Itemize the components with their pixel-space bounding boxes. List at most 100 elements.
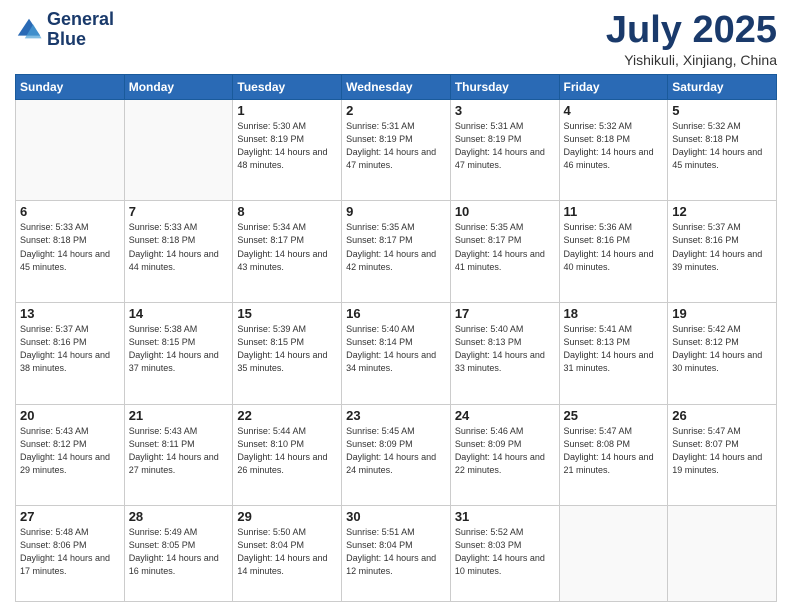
day-number: 20 [20, 408, 120, 423]
calendar-cell [16, 99, 125, 201]
cell-info: Sunrise: 5:39 AM Sunset: 8:15 PM Dayligh… [237, 323, 337, 375]
day-number: 8 [237, 204, 337, 219]
weekday-header-row: SundayMondayTuesdayWednesdayThursdayFrid… [16, 74, 777, 99]
day-number: 24 [455, 408, 555, 423]
calendar-cell: 12 Sunrise: 5:37 AM Sunset: 8:16 PM Dayli… [668, 201, 777, 303]
calendar-cell: 1 Sunrise: 5:30 AM Sunset: 8:19 PM Daylig… [233, 99, 342, 201]
cell-info: Sunrise: 5:45 AM Sunset: 8:09 PM Dayligh… [346, 425, 446, 477]
day-number: 15 [237, 306, 337, 321]
logo: General Blue [15, 10, 114, 50]
cell-info: Sunrise: 5:43 AM Sunset: 8:11 PM Dayligh… [129, 425, 229, 477]
day-number: 10 [455, 204, 555, 219]
cell-info: Sunrise: 5:32 AM Sunset: 8:18 PM Dayligh… [672, 120, 772, 172]
calendar-cell: 30Sunrise: 5:51 AM Sunset: 8:04 PM Dayli… [342, 506, 451, 602]
week-row-3: 13Sunrise: 5:37 AM Sunset: 8:16 PM Dayli… [16, 303, 777, 405]
cell-info: Sunrise: 5:32 AM Sunset: 8:18 PM Dayligh… [564, 120, 664, 172]
calendar-cell: 9 Sunrise: 5:35 AM Sunset: 8:17 PM Daylig… [342, 201, 451, 303]
cell-info: Sunrise: 5:43 AM Sunset: 8:12 PM Dayligh… [20, 425, 120, 477]
calendar-cell: 16 Sunrise: 5:40 AM Sunset: 8:14 PM Dayli… [342, 303, 451, 405]
day-number: 7 [129, 204, 229, 219]
cell-info: Sunrise: 5:37 AM Sunset: 8:16 PM Dayligh… [20, 323, 120, 375]
calendar-cell [559, 506, 668, 602]
cell-info: Sunrise: 5:40 AM Sunset: 8:14 PM Dayligh… [346, 323, 446, 375]
day-number: 21 [129, 408, 229, 423]
day-number: 28 [129, 509, 229, 524]
cell-info: Sunrise: 5:48 AM Sunset: 8:06 PM Dayligh… [20, 526, 120, 578]
calendar-cell [668, 506, 777, 602]
weekday-sunday: Sunday [16, 74, 125, 99]
month-title: July 2025 [606, 10, 777, 52]
calendar-cell: 14Sunrise: 5:38 AM Sunset: 8:15 PM Dayli… [124, 303, 233, 405]
week-row-1: 1 Sunrise: 5:30 AM Sunset: 8:19 PM Daylig… [16, 99, 777, 201]
cell-info: Sunrise: 5:41 AM Sunset: 8:13 PM Dayligh… [564, 323, 664, 375]
day-number: 5 [672, 103, 772, 118]
week-row-4: 20 Sunrise: 5:43 AM Sunset: 8:12 PM Dayli… [16, 404, 777, 506]
calendar-cell: 6 Sunrise: 5:33 AM Sunset: 8:18 PM Daylig… [16, 201, 125, 303]
calendar-cell: 20 Sunrise: 5:43 AM Sunset: 8:12 PM Dayli… [16, 404, 125, 506]
day-number: 17 [455, 306, 555, 321]
calendar-cell: 8 Sunrise: 5:34 AM Sunset: 8:17 PM Daylig… [233, 201, 342, 303]
cell-info: Sunrise: 5:50 AM Sunset: 8:04 PM Dayligh… [237, 526, 337, 578]
cell-info: Sunrise: 5:34 AM Sunset: 8:17 PM Dayligh… [237, 221, 337, 273]
calendar-cell: 11 Sunrise: 5:36 AM Sunset: 8:16 PM Dayli… [559, 201, 668, 303]
cell-info: Sunrise: 5:35 AM Sunset: 8:17 PM Dayligh… [346, 221, 446, 273]
calendar-cell: 26Sunrise: 5:47 AM Sunset: 8:07 PM Dayli… [668, 404, 777, 506]
cell-info: Sunrise: 5:36 AM Sunset: 8:16 PM Dayligh… [564, 221, 664, 273]
day-number: 22 [237, 408, 337, 423]
day-number: 26 [672, 408, 772, 423]
cell-info: Sunrise: 5:40 AM Sunset: 8:13 PM Dayligh… [455, 323, 555, 375]
calendar-cell: 28 Sunrise: 5:49 AM Sunset: 8:05 PM Dayli… [124, 506, 233, 602]
calendar-body: 1 Sunrise: 5:30 AM Sunset: 8:19 PM Daylig… [16, 99, 777, 601]
day-number: 12 [672, 204, 772, 219]
day-number: 30 [346, 509, 446, 524]
weekday-wednesday: Wednesday [342, 74, 451, 99]
weekday-tuesday: Tuesday [233, 74, 342, 99]
day-number: 31 [455, 509, 555, 524]
cell-info: Sunrise: 5:30 AM Sunset: 8:19 PM Dayligh… [237, 120, 337, 172]
day-number: 4 [564, 103, 664, 118]
cell-info: Sunrise: 5:46 AM Sunset: 8:09 PM Dayligh… [455, 425, 555, 477]
logo-icon [15, 16, 43, 44]
week-row-2: 6 Sunrise: 5:33 AM Sunset: 8:18 PM Daylig… [16, 201, 777, 303]
week-row-5: 27 Sunrise: 5:48 AM Sunset: 8:06 PM Dayli… [16, 506, 777, 602]
weekday-thursday: Thursday [450, 74, 559, 99]
cell-info: Sunrise: 5:52 AM Sunset: 8:03 PM Dayligh… [455, 526, 555, 578]
day-number: 14 [129, 306, 229, 321]
title-block: July 2025 Yishikuli, Xinjiang, China [606, 10, 777, 68]
cell-info: Sunrise: 5:31 AM Sunset: 8:19 PM Dayligh… [455, 120, 555, 172]
header: General Blue July 2025 Yishikuli, Xinjia… [15, 10, 777, 68]
day-number: 27 [20, 509, 120, 524]
calendar-cell: 3 Sunrise: 5:31 AM Sunset: 8:19 PM Daylig… [450, 99, 559, 201]
calendar-cell: 29 Sunrise: 5:50 AM Sunset: 8:04 PM Dayli… [233, 506, 342, 602]
cell-info: Sunrise: 5:44 AM Sunset: 8:10 PM Dayligh… [237, 425, 337, 477]
calendar-cell [124, 99, 233, 201]
cell-info: Sunrise: 5:47 AM Sunset: 8:08 PM Dayligh… [564, 425, 664, 477]
calendar-cell: 25 Sunrise: 5:47 AM Sunset: 8:08 PM Dayli… [559, 404, 668, 506]
cell-info: Sunrise: 5:31 AM Sunset: 8:19 PM Dayligh… [346, 120, 446, 172]
cell-info: Sunrise: 5:33 AM Sunset: 8:18 PM Dayligh… [129, 221, 229, 273]
calendar-cell: 27 Sunrise: 5:48 AM Sunset: 8:06 PM Dayli… [16, 506, 125, 602]
calendar-cell: 18 Sunrise: 5:41 AM Sunset: 8:13 PM Dayli… [559, 303, 668, 405]
weekday-saturday: Saturday [668, 74, 777, 99]
calendar-cell: 19Sunrise: 5:42 AM Sunset: 8:12 PM Dayli… [668, 303, 777, 405]
calendar-cell: 23 Sunrise: 5:45 AM Sunset: 8:09 PM Dayli… [342, 404, 451, 506]
day-number: 9 [346, 204, 446, 219]
cell-info: Sunrise: 5:42 AM Sunset: 8:12 PM Dayligh… [672, 323, 772, 375]
day-number: 3 [455, 103, 555, 118]
day-number: 2 [346, 103, 446, 118]
cell-info: Sunrise: 5:49 AM Sunset: 8:05 PM Dayligh… [129, 526, 229, 578]
day-number: 16 [346, 306, 446, 321]
day-number: 18 [564, 306, 664, 321]
day-number: 11 [564, 204, 664, 219]
day-number: 23 [346, 408, 446, 423]
calendar-cell: 7 Sunrise: 5:33 AM Sunset: 8:18 PM Daylig… [124, 201, 233, 303]
cell-info: Sunrise: 5:33 AM Sunset: 8:18 PM Dayligh… [20, 221, 120, 273]
cell-info: Sunrise: 5:37 AM Sunset: 8:16 PM Dayligh… [672, 221, 772, 273]
day-number: 6 [20, 204, 120, 219]
calendar-cell: 24 Sunrise: 5:46 AM Sunset: 8:09 PM Dayli… [450, 404, 559, 506]
day-number: 29 [237, 509, 337, 524]
calendar-cell: 22 Sunrise: 5:44 AM Sunset: 8:10 PM Dayli… [233, 404, 342, 506]
day-number: 25 [564, 408, 664, 423]
location: Yishikuli, Xinjiang, China [606, 52, 777, 68]
day-number: 1 [237, 103, 337, 118]
